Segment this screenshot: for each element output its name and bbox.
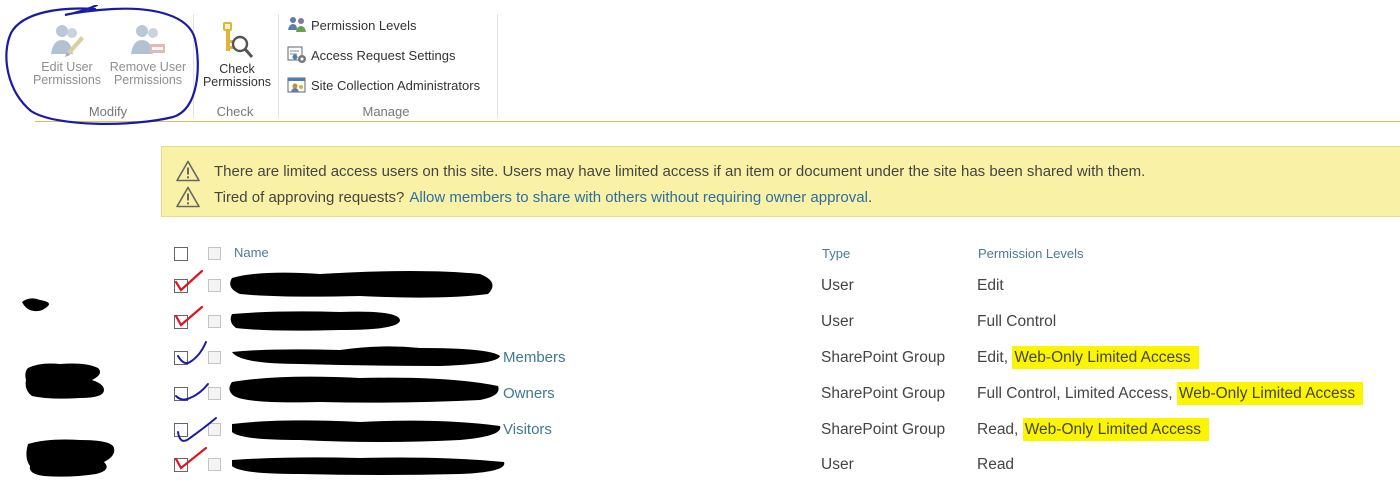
- row-permission-levels: Full Control, Limited Access, Web-Only L…: [977, 382, 1364, 405]
- row-item-checkbox[interactable]: [208, 387, 221, 400]
- row-type: User: [821, 277, 854, 294]
- ribbon: Edit User Permissions Remove User Permis…: [0, 0, 1400, 125]
- permission-levels-text: Read,: [977, 421, 1019, 438]
- site-collection-administrators-label: Site Collection Administrators: [311, 77, 481, 93]
- permission-levels-text: Full Control: [977, 313, 1057, 330]
- edit-user-permissions-icon: [51, 25, 84, 57]
- row-name-link[interactable]: Visitors: [503, 421, 552, 438]
- permission-levels-icon: [288, 17, 306, 32]
- row-item-checkbox[interactable]: [208, 315, 221, 328]
- permission-levels-text: Edit: [977, 277, 1004, 294]
- row-checkbox[interactable]: [174, 423, 188, 437]
- check-permissions-button[interactable]: Check Permissions: [198, 20, 276, 89]
- remove-user-permissions-button[interactable]: Remove User Permissions: [106, 22, 190, 87]
- row-permission-levels: Edit: [977, 277, 1004, 295]
- group-label-modify: Modify: [88, 104, 128, 119]
- highlighted-permission-level: Web-Only Limited Access: [1012, 346, 1199, 369]
- warning-icon: [176, 160, 200, 182]
- select-all-checkbox[interactable]: [174, 247, 188, 261]
- row-type: SharePoint Group: [821, 349, 946, 366]
- permission-levels-text: Edit,: [977, 349, 1009, 366]
- banner-row-2: Tired of approving requests? Allow membe…: [176, 185, 872, 209]
- warning-icon: [176, 186, 200, 208]
- row-type: SharePoint Group: [821, 421, 946, 438]
- row-name-link[interactable]: Members: [503, 349, 566, 366]
- permission-levels-label: Permission Levels: [311, 17, 417, 33]
- column-header-type[interactable]: Type: [822, 246, 850, 261]
- row-checkbox[interactable]: [174, 458, 188, 472]
- check-permissions-icon: [223, 22, 254, 58]
- row-permission-levels: Read: [977, 456, 1014, 474]
- row-permission-levels: Edit, Web-Only Limited Access: [977, 346, 1199, 369]
- row-type: User: [821, 313, 854, 330]
- row-permission-levels: Read, Web-Only Limited Access: [977, 418, 1209, 441]
- row-type: SharePoint Group: [821, 385, 946, 402]
- highlighted-permission-level: Web-Only Limited Access: [1176, 382, 1364, 405]
- group-separator: [497, 14, 498, 118]
- group-label-manage: Manage: [362, 104, 410, 119]
- row-checkbox[interactable]: [174, 315, 188, 329]
- permission-levels-text: Read: [977, 456, 1015, 473]
- allow-members-share-link[interactable]: Allow members to share with others witho…: [409, 189, 868, 206]
- column-header-name[interactable]: Name: [234, 245, 269, 260]
- group-separator: [278, 14, 279, 118]
- group-label-check: Check: [216, 104, 254, 119]
- select-all-items-checkbox[interactable]: [208, 247, 221, 260]
- permission-levels-button[interactable]: Permission Levels: [287, 15, 417, 35]
- limited-access-banner: There are limited access users on this s…: [161, 146, 1400, 217]
- column-header-permission-levels[interactable]: Permission Levels: [978, 246, 1084, 261]
- row-checkbox[interactable]: [174, 279, 188, 293]
- banner-question: Tired of approving requests?: [214, 188, 405, 206]
- remove-user-permissions-label-2: Permissions: [113, 73, 183, 87]
- permission-levels-text: Full Control, Limited Access,: [977, 385, 1173, 402]
- banner-message: There are limited access users on this s…: [214, 162, 1146, 180]
- access-request-settings-button[interactable]: Access Request Settings: [287, 45, 456, 65]
- access-request-settings-label: Access Request Settings: [311, 47, 456, 63]
- check-permissions-label-2: Permissions: [202, 75, 272, 89]
- banner-period: .: [867, 188, 873, 206]
- group-separator: [193, 14, 194, 118]
- site-collection-administrators-button[interactable]: Site Collection Administrators: [287, 75, 480, 95]
- row-checkbox[interactable]: [174, 351, 188, 365]
- row-item-checkbox[interactable]: [208, 458, 221, 471]
- edit-user-permissions-button[interactable]: Edit User Permissions: [30, 22, 104, 87]
- access-request-settings-icon: [287, 46, 306, 63]
- remove-user-permissions-icon: [131, 25, 165, 54]
- banner-row-1: There are limited access users on this s…: [176, 159, 1145, 183]
- highlighted-permission-level: Web-Only Limited Access: [1022, 418, 1209, 441]
- ribbon-bottom-border: [35, 121, 1400, 122]
- edit-user-permissions-label-2: Permissions: [32, 73, 102, 87]
- row-item-checkbox[interactable]: [208, 351, 221, 364]
- site-collection-administrators-icon: [287, 77, 306, 93]
- row-type: User: [821, 456, 854, 473]
- row-item-checkbox[interactable]: [208, 279, 221, 292]
- row-checkbox[interactable]: [174, 387, 188, 401]
- row-name-link[interactable]: Owners: [503, 385, 555, 402]
- row-item-checkbox[interactable]: [208, 423, 221, 436]
- row-permission-levels: Full Control: [977, 313, 1056, 331]
